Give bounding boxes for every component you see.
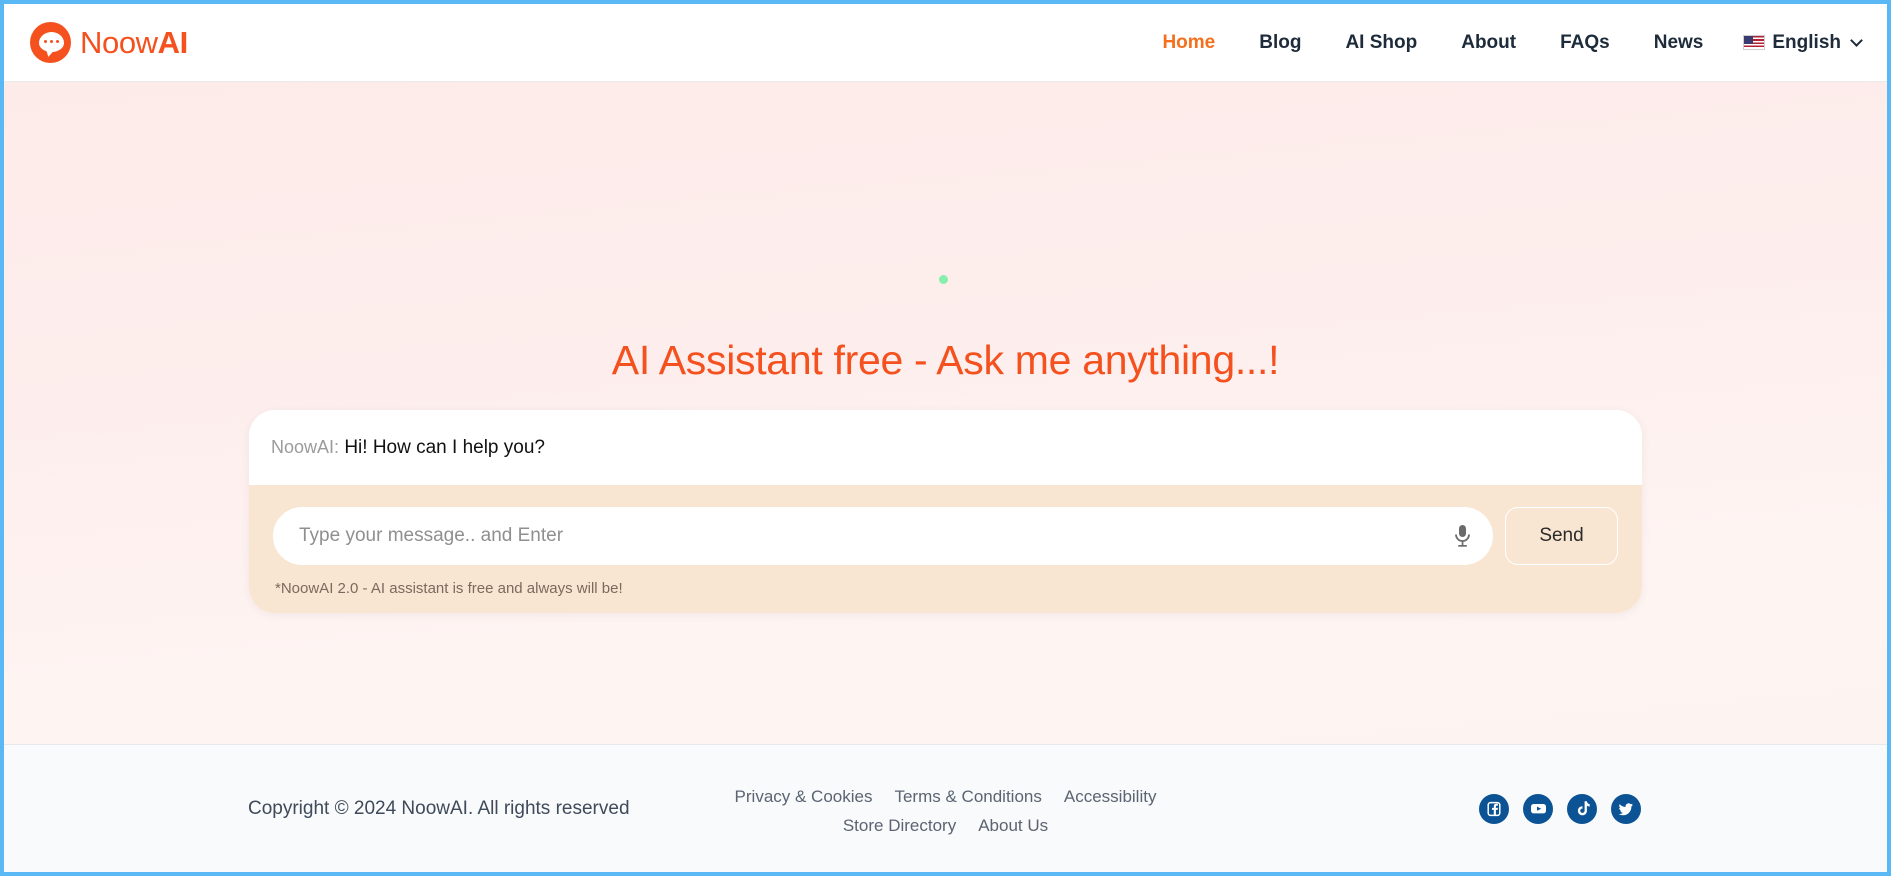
chat-panel: NoowAI: Hi! How can I help you? Type you… [249,410,1642,613]
page-title: AI Assistant free - Ask me anything...! [611,337,1280,383]
footer-links: Privacy & Cookies Terms & Conditions Acc… [735,787,1157,836]
footer-link-accessibility[interactable]: Accessibility [1064,787,1157,807]
chat-composer: Send *NoowAI 2.0 - AI assistant is free … [249,484,1642,613]
nav-item-news[interactable]: News [1632,26,1726,60]
site-footer: Copyright © 2024 NoowAI. All rights rese… [4,744,1887,872]
send-button[interactable]: Send [1505,506,1618,565]
browser-viewport: NoowAI Home Blog AI Shop About FAQs News… [4,4,1887,872]
site-header: NoowAI Home Blog AI Shop About FAQs News… [4,4,1887,82]
brand-logo[interactable]: NoowAI [30,22,188,63]
facebook-icon[interactable] [1479,793,1509,824]
language-label: English [1772,31,1841,53]
brand-name: NoowAI [80,25,188,61]
composer-row: Send [273,506,1618,565]
chat-bubble-logo-icon [30,22,71,63]
footer-copyright: Copyright © 2024 NoowAI. All rights rese… [248,797,630,819]
footer-social-links [1479,793,1641,824]
nav-item-home[interactable]: Home [1140,26,1237,60]
message-input[interactable] [299,506,1449,565]
us-flag-icon [1743,35,1766,50]
chat-message: NoowAI: Hi! How can I help you? [271,436,1620,461]
footer-link-privacy-cookies[interactable]: Privacy & Cookies [735,787,873,807]
nav-item-blog[interactable]: Blog [1237,26,1323,60]
footer-link-store-directory[interactable]: Store Directory [843,816,956,836]
brand-name-light: Noow [80,24,158,60]
chat-message-text: Hi! How can I help you? [344,437,545,458]
tiktok-icon[interactable] [1567,793,1597,824]
footer-links-row-1: Privacy & Cookies Terms & Conditions Acc… [735,787,1157,807]
hero-section: AI Assistant free - Ask me anything...! … [4,82,1887,744]
youtube-icon[interactable] [1523,793,1553,824]
main-navigation: Home Blog AI Shop About FAQs News Englis… [1140,26,1865,60]
footer-link-terms-conditions[interactable]: Terms & Conditions [894,787,1041,807]
chevron-down-icon [1850,34,1863,47]
nav-item-about[interactable]: About [1439,26,1538,60]
microphone-icon[interactable] [1449,521,1475,551]
chat-message-log: NoowAI: Hi! How can I help you? [249,410,1642,485]
footer-links-row-2: Store Directory About Us [843,816,1048,836]
chat-disclaimer: *NoowAI 2.0 - AI assistant is free and a… [275,579,623,597]
twitter-icon[interactable] [1611,793,1641,824]
nav-item-faqs[interactable]: FAQs [1538,26,1632,60]
language-selector[interactable]: English [1725,26,1865,60]
status-indicator-dot [939,275,948,284]
brand-name-bold: AI [157,24,189,60]
footer-link-about-us[interactable]: About Us [978,816,1048,836]
message-input-wrapper[interactable] [273,506,1493,565]
chat-message-sender: NoowAI: [271,437,340,457]
nav-item-ai-shop[interactable]: AI Shop [1323,26,1439,60]
